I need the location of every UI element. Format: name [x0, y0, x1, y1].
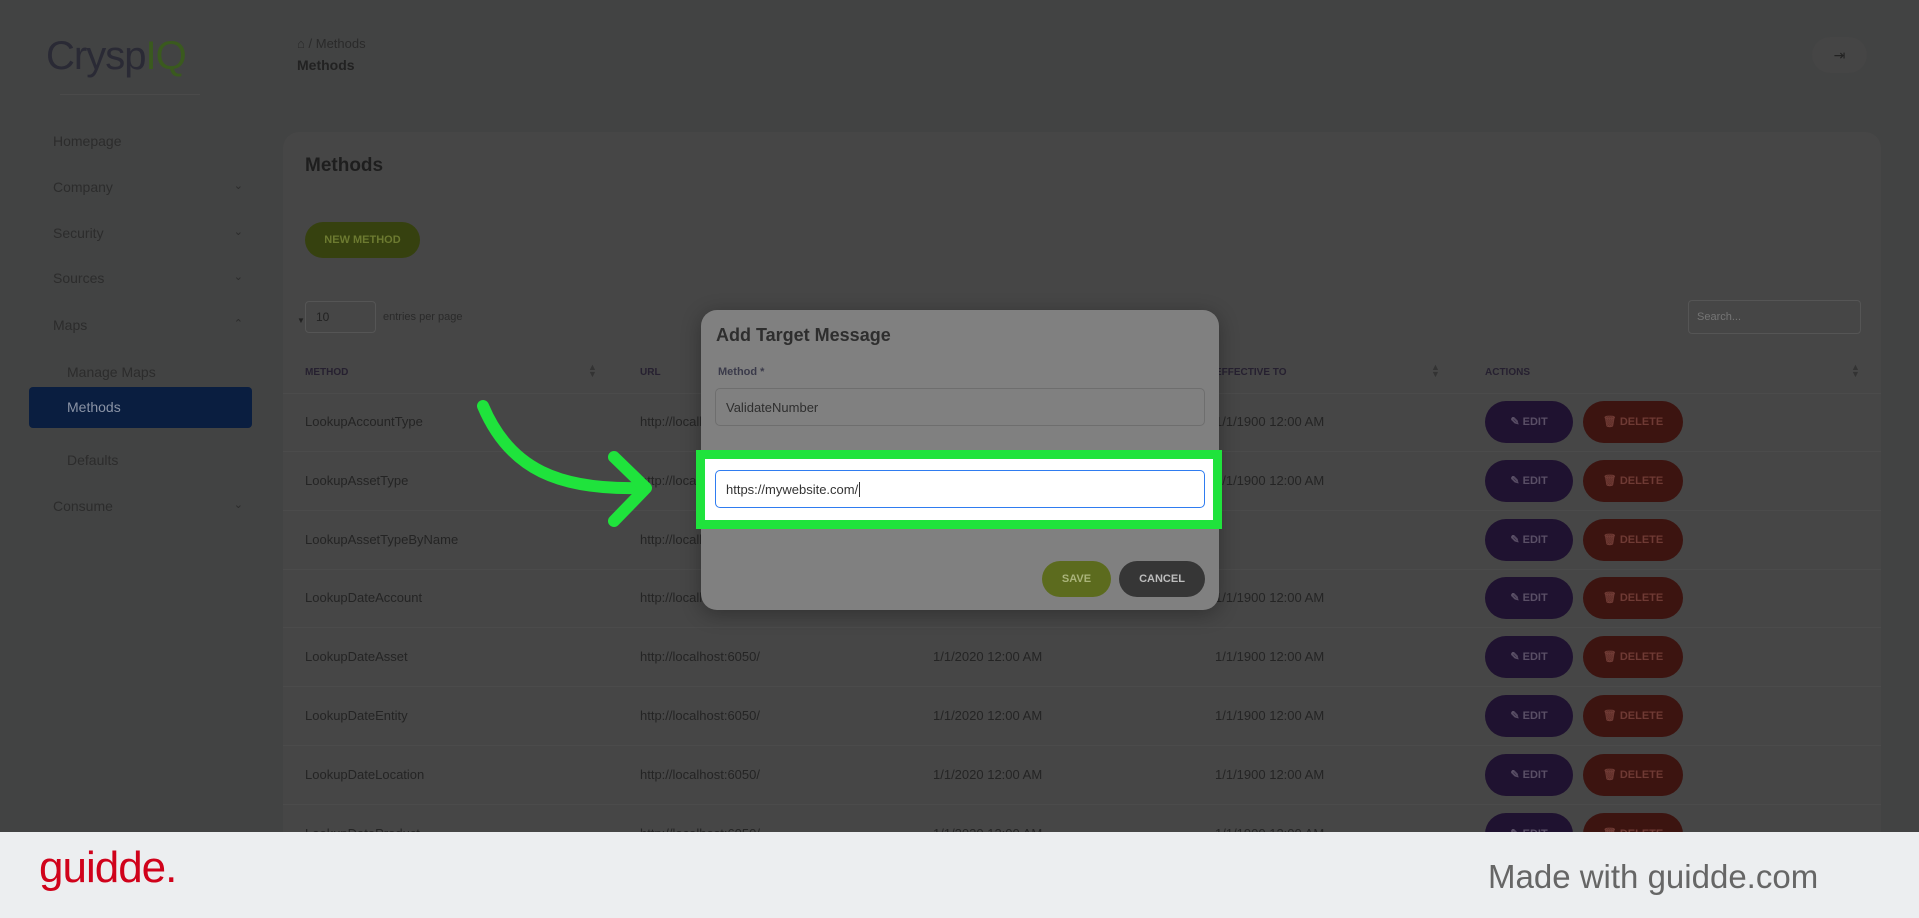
made-with-text: Made with guidde.com — [1488, 858, 1819, 895]
guidde-logo: guidde. — [39, 843, 177, 892]
arrow-annotation-icon — [477, 400, 652, 527]
